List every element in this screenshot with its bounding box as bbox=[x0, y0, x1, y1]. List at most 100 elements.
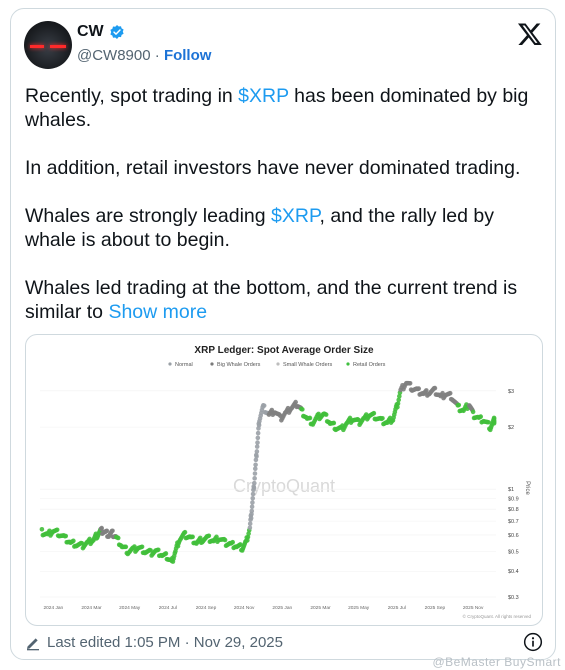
x-tick-label: 2024 Jul bbox=[159, 605, 177, 611]
y-tick-label: $1 bbox=[508, 487, 514, 493]
scatter-point bbox=[63, 533, 69, 539]
scatter-point bbox=[252, 480, 257, 486]
scatter-point bbox=[261, 403, 267, 408]
x-tick-label: 2025 Nov bbox=[463, 605, 484, 611]
y-axis-ticks: $3 $2 $1 $0.9 $0.8 $0.7 $0.6 $0.5 $0.4 $0.3 bbox=[508, 389, 519, 601]
legend-label: Normal bbox=[175, 362, 193, 368]
author-handle-row: @CW8900 · Follow bbox=[77, 47, 211, 64]
x-tick-label: 2025 May bbox=[348, 605, 370, 611]
scatter-point bbox=[371, 410, 377, 416]
scatter-point bbox=[71, 538, 76, 544]
author-name[interactable]: CW bbox=[77, 23, 104, 41]
x-tick-label: 2025 Jul bbox=[388, 605, 406, 611]
y-tick-label: $0.6 bbox=[508, 533, 519, 539]
tweet-paragraph-4: Whales led trading at the bottom, and th… bbox=[25, 276, 545, 324]
scatter-point bbox=[182, 529, 188, 535]
scatter-point bbox=[323, 412, 329, 417]
y-axis-label: Price bbox=[524, 481, 530, 495]
x-tick-label: 2025 Sep bbox=[425, 605, 446, 611]
cashtag-link[interactable]: $XRP bbox=[238, 85, 289, 107]
scatter-point bbox=[252, 476, 257, 481]
author-handle[interactable]: @CW8900 bbox=[77, 47, 151, 64]
avatar-eye bbox=[50, 45, 66, 48]
pencil-icon bbox=[27, 637, 39, 650]
scatter-point bbox=[104, 528, 110, 534]
text-span: Recently, spot trading in bbox=[25, 85, 239, 107]
scatter-point bbox=[300, 407, 305, 412]
legend-marker bbox=[168, 362, 172, 366]
scatter-point bbox=[432, 385, 438, 391]
edited-timestamp[interactable]: Last edited 1:05 PM · Nov 29, 2025 bbox=[47, 634, 283, 651]
scatter-point bbox=[249, 504, 255, 510]
chart-svg: XRP Ledger: Spot Average Order Size Norm… bbox=[39, 345, 532, 619]
scatter-point bbox=[139, 544, 145, 550]
chart-credit: © CryptoQuant. All rights reserved bbox=[463, 613, 532, 619]
scatter-point bbox=[424, 388, 429, 393]
scatter-point bbox=[407, 381, 413, 386]
scatter-point bbox=[255, 430, 261, 436]
y-tick-label: $0.8 bbox=[508, 507, 519, 513]
tweet-paragraph-2: In addition, retail investors have never… bbox=[25, 157, 521, 179]
separator-dot: · bbox=[154, 47, 160, 64]
y-tick-label: $3 bbox=[508, 389, 514, 395]
scatter-point bbox=[255, 440, 260, 445]
scatter-point bbox=[163, 551, 169, 556]
chart-image[interactable]: XRP Ledger: Spot Average Order Size Norm… bbox=[25, 334, 543, 626]
show-more-link[interactable]: Show more bbox=[108, 301, 207, 323]
scatter-point bbox=[249, 508, 255, 514]
text-span: Whales are strongly leading bbox=[25, 205, 272, 227]
edited-footer[interactable]: Last edited 1:05 PM · Nov 29, 2025 bbox=[25, 634, 283, 651]
legend-marker bbox=[346, 362, 350, 366]
x-logo-icon[interactable] bbox=[517, 21, 543, 47]
scatter-point bbox=[470, 409, 476, 415]
tweet-card[interactable]: CW @CW8900 · Follow Recently, spot tradi… bbox=[10, 8, 556, 660]
info-icon[interactable] bbox=[523, 632, 543, 652]
legend-marker bbox=[276, 362, 280, 366]
scatter-point bbox=[293, 399, 298, 405]
cashtag-link[interactable]: $XRP bbox=[271, 205, 319, 227]
follow-button[interactable]: Follow bbox=[164, 47, 212, 64]
scatter-point bbox=[190, 534, 195, 540]
x-tick-label: 2024 Nov bbox=[234, 605, 255, 611]
scatter-point bbox=[456, 402, 462, 408]
x-tick-label: 2025 Mar bbox=[310, 605, 331, 611]
scatter-point bbox=[478, 414, 484, 419]
chart-watermark: CryptoQuant bbox=[233, 476, 335, 496]
scatter-point bbox=[254, 449, 260, 454]
avatar[interactable] bbox=[24, 21, 72, 69]
y-tick-label: $0.5 bbox=[508, 549, 519, 555]
scatter-point bbox=[230, 539, 236, 545]
scatter-point bbox=[222, 537, 228, 543]
scatter-point bbox=[110, 528, 115, 534]
scatter-point bbox=[380, 415, 385, 421]
verified-badge-icon bbox=[110, 25, 124, 39]
scatter-point bbox=[247, 521, 253, 527]
scatter-point bbox=[123, 544, 129, 550]
scatter-point bbox=[248, 515, 254, 521]
tweet-paragraph-3: Whales are strongly leading $XRP, and th… bbox=[25, 204, 545, 252]
scatter-point bbox=[251, 485, 257, 491]
chart-points bbox=[39, 380, 497, 564]
scatter-point bbox=[253, 462, 258, 468]
scatter-point bbox=[39, 526, 45, 532]
text-span: Whales led trading at the bottom, and th… bbox=[25, 277, 518, 323]
scatter-point bbox=[447, 390, 453, 396]
scatter-point bbox=[247, 525, 253, 531]
tweet-paragraph-1: Recently, spot trading in $XRP has been … bbox=[25, 84, 545, 132]
chart-legend: Normal Big Whale Orders Small Whale Orders… bbox=[168, 362, 386, 368]
y-tick-label: $0.7 bbox=[508, 519, 519, 525]
scatter-point bbox=[416, 386, 422, 391]
y-tick-label: $0.9 bbox=[508, 497, 519, 503]
y-tick-label: $2 bbox=[508, 425, 514, 431]
x-tick-label: 2024 Sep bbox=[196, 605, 217, 611]
legend-label: Small Whale Orders bbox=[283, 362, 332, 368]
x-axis-ticks: 2024 Jan 2024 Mar 2024 May 2024 Jul 2024 Sep… bbox=[43, 605, 483, 611]
y-tick-label: $0.4 bbox=[508, 569, 519, 575]
avatar-eye bbox=[30, 45, 44, 48]
x-tick-label: 2025 Jan bbox=[272, 605, 292, 611]
y-tick-label: $0.3 bbox=[508, 595, 519, 601]
chart-title: XRP Ledger: Spot Average Order Size bbox=[194, 345, 374, 356]
x-tick-label: 2024 Mar bbox=[81, 605, 102, 611]
scatter-point bbox=[252, 466, 258, 472]
legend-label: Big Whale Orders bbox=[217, 362, 261, 368]
